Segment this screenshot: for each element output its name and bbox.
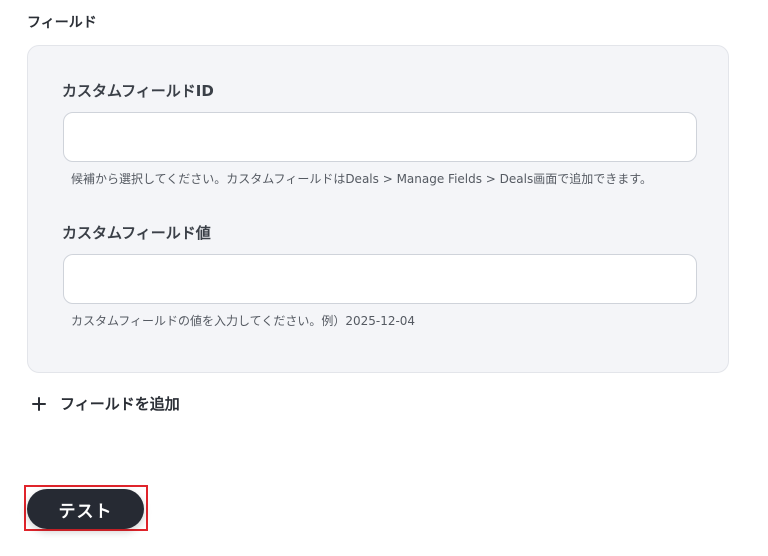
custom-field-id-help: 候補から選択してください。カスタムフィールドはDeals > Manage Fi… [71,172,653,186]
custom-field-id-input[interactable] [63,112,697,162]
test-button[interactable]: テスト [27,489,144,529]
add-field-button[interactable]: フィールドを追加 [30,393,180,414]
custom-field-value-help: カスタムフィールドの値を入力してください。例）2025-12-04 [71,314,416,328]
custom-field-value-label: カスタムフィールド値 [62,224,211,242]
section-title: フィールド [27,15,97,31]
plus-icon [30,395,48,413]
add-field-label: フィールドを追加 [60,395,180,413]
custom-field-value-input[interactable] [63,254,697,304]
custom-field-id-label: カスタムフィールドID [62,82,214,100]
field-card: カスタムフィールドID 候補から選択してください。カスタムフィールドはDeals… [27,45,729,373]
